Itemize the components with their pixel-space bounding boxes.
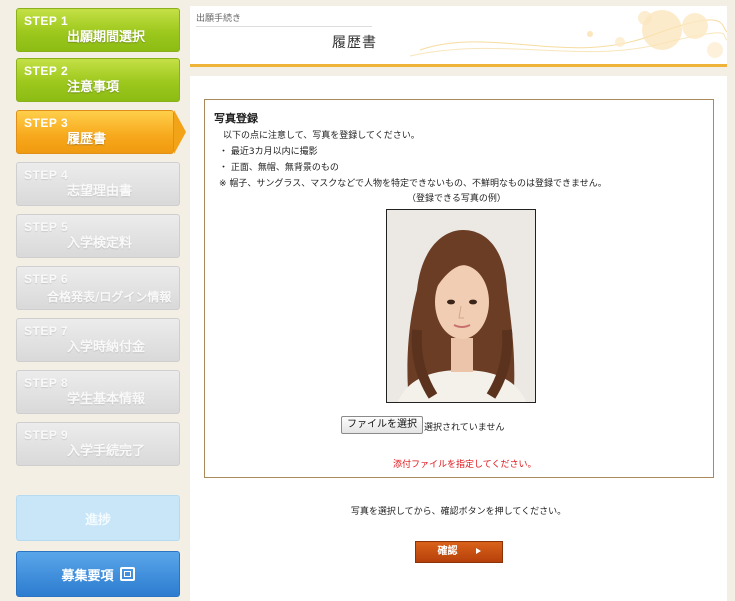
sample-photo bbox=[386, 209, 536, 403]
step-number: STEP 1 bbox=[24, 14, 69, 28]
step-sidebar: STEP 1 出願期間選択 STEP 2 注意事項 STEP 3 履歴書 STE… bbox=[0, 0, 190, 601]
progress-button[interactable]: 進捗 bbox=[16, 495, 180, 541]
step-number: STEP 3 bbox=[24, 116, 69, 130]
progress-label: 進捗 bbox=[84, 512, 111, 528]
step-number: STEP 4 bbox=[24, 168, 69, 182]
note-text: ※ 帽子、サングラス、マスクなどで人物を特定できないもの、不鮮明なものは登録でき… bbox=[219, 179, 607, 189]
confirm-label: 確認 bbox=[437, 546, 458, 557]
step-2-item[interactable]: STEP 2 注意事項 bbox=[16, 58, 180, 102]
step-7-item: STEP 7 入学時納付金 bbox=[16, 318, 180, 362]
main-content: 写真登録 以下の点に注意して、写真を登録してください。 ・ 最近3カ月以内に撮影… bbox=[190, 76, 727, 601]
step-title: 志望理由書 bbox=[67, 184, 133, 199]
file-status-text: 選択されていません bbox=[424, 423, 505, 433]
page-header: 出願手続き 履歴書 bbox=[190, 6, 727, 67]
photo-registration-box: 写真登録 以下の点に注意して、写真を登録してください。 ・ 最近3カ月以内に撮影… bbox=[204, 99, 714, 478]
step-title: 注意事項 bbox=[67, 80, 120, 95]
step-number: STEP 9 bbox=[24, 428, 69, 442]
external-window-icon bbox=[119, 567, 135, 581]
step-title: 履歴書 bbox=[67, 132, 107, 147]
choose-file-button[interactable]: ファイルを選択 bbox=[341, 416, 423, 434]
application-guide-button[interactable]: 募集要項 bbox=[16, 551, 180, 597]
step-6-item: STEP 6 合格発表/ログイン情報 bbox=[16, 266, 180, 310]
step-9-item: STEP 9 入学手続完了 bbox=[16, 422, 180, 466]
header-decoration bbox=[409, 10, 727, 58]
current-step-arrow bbox=[174, 110, 186, 154]
guide-label: 募集要項 bbox=[61, 568, 114, 584]
instruction-text: 写真を選択してから、確認ボタンを押してください。 bbox=[350, 507, 567, 517]
step-title: 入学時納付金 bbox=[67, 340, 146, 355]
example-caption: （登録できる写真の例） bbox=[407, 194, 506, 204]
rule-recent: ・ 最近3カ月以内に撮影 bbox=[219, 147, 318, 157]
step-title: 出願期間選択 bbox=[67, 30, 146, 45]
step-8-item: STEP 8 学生基本情報 bbox=[16, 370, 180, 414]
step-3-item[interactable]: STEP 3 履歴書 bbox=[16, 110, 174, 154]
step-number: STEP 8 bbox=[24, 376, 69, 390]
step-number: STEP 7 bbox=[24, 324, 69, 338]
step-1-item[interactable]: STEP 1 出願期間選択 bbox=[16, 8, 180, 52]
step-title: 合格発表/ログイン情報 bbox=[47, 290, 172, 304]
error-message: 添付ファイルを指定してください。 bbox=[393, 460, 537, 470]
step-5-item: STEP 5 入学検定料 bbox=[16, 214, 180, 258]
arrow-right-icon bbox=[475, 548, 481, 554]
section-heading: 写真登録 bbox=[214, 112, 258, 125]
step-number: STEP 2 bbox=[24, 64, 69, 78]
confirm-button[interactable]: 確認 bbox=[415, 541, 503, 563]
step-title: 入学手続完了 bbox=[67, 444, 146, 459]
step-title: 学生基本情報 bbox=[67, 392, 146, 407]
step-number: STEP 6 bbox=[24, 272, 69, 286]
step-title: 入学検定料 bbox=[67, 236, 133, 251]
step-4-item: STEP 4 志望理由書 bbox=[16, 162, 180, 206]
intro-text: 以下の点に注意して、写真を登録してください。 bbox=[223, 131, 420, 141]
step-number: STEP 5 bbox=[24, 220, 69, 234]
rule-front-facing: ・ 正面、無帽、無背景のもの bbox=[219, 163, 339, 173]
